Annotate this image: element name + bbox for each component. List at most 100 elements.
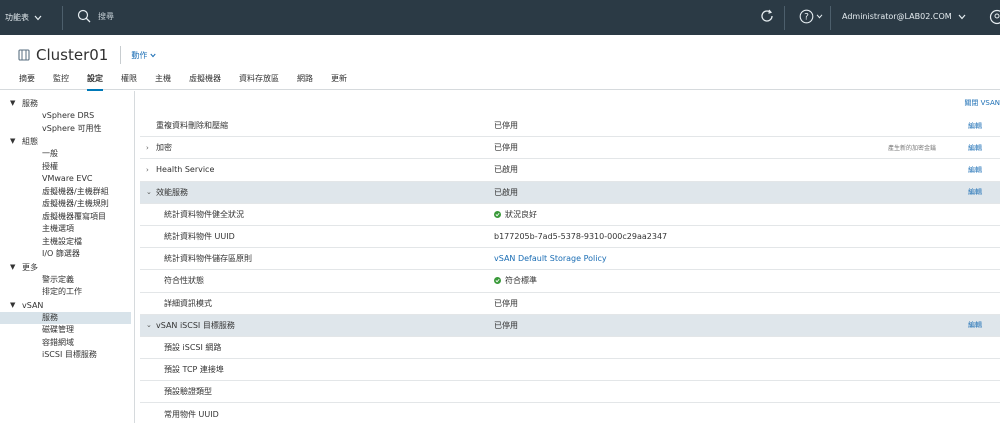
row-label: 詳細資訊模式 <box>164 298 212 308</box>
tab-networks[interactable]: 網路 <box>297 73 313 91</box>
row-label: Health Service <box>156 165 215 175</box>
nav-item-host-profile[interactable]: 主機設定檔 <box>0 236 134 249</box>
table-row-expanded[interactable]: ⌄ 效能服務 已啟用 編輯 <box>140 181 1000 204</box>
tab-permissions[interactable]: 權限 <box>121 73 137 91</box>
svg-text:?: ? <box>804 13 809 23</box>
tab-monitor[interactable]: 監控 <box>53 73 69 91</box>
nav-group-toggle[interactable]: ▼ 更多 <box>0 261 134 274</box>
row-value: b177205b-7ad5-5378-9310-000c29aa2347 <box>494 232 668 242</box>
row-label: 符合性狀態 <box>164 276 204 286</box>
chevron-down-icon <box>958 14 966 19</box>
table-row: 統計資料物件 UUID b177205b-7ad5-5378-9310-000c… <box>140 226 1000 249</box>
edit-button[interactable]: 編輯 <box>968 121 982 131</box>
nav-item-vsphere-ha[interactable]: vSphere 可用性 <box>0 123 134 136</box>
row-label: 統計資料物件 UUID <box>164 232 235 242</box>
nav-item-host-options[interactable]: 主機選項 <box>0 223 134 236</box>
nav-item-scheduled-tasks[interactable]: 排定的工作 <box>0 286 134 299</box>
table-row-expanded[interactable]: ⌄ vSAN iSCSI 目標服務 已停用 編輯 <box>140 314 1000 337</box>
caret-down-icon: ▼ <box>10 262 16 271</box>
user-profile-icon[interactable] <box>989 9 1000 27</box>
caret-down-icon: ▼ <box>10 99 16 107</box>
compliance-status-text: 符合標準 <box>505 276 537 286</box>
row-value: 已啟用 <box>494 165 518 175</box>
actions-label: 動作 <box>131 50 148 60</box>
nav-item-vsphere-drs[interactable]: vSphere DRS <box>0 110 134 123</box>
caret-down-icon: ▼ <box>10 137 16 145</box>
actions-menu[interactable]: 動作 <box>131 50 156 61</box>
nav-item-licensing[interactable]: 授權 <box>0 161 134 174</box>
storage-policy-link[interactable]: vSAN Default Storage Policy <box>494 254 607 263</box>
table-row: 統計資料物件儲存區原則 vSAN Default Storage Policy <box>140 248 1000 271</box>
generate-new-key-link[interactable]: 產生新的加密金鑰 <box>888 143 936 152</box>
nav-item-vm-host-rules[interactable]: 虛擬機器/主機規則 <box>0 198 134 211</box>
user-menu[interactable]: Administrator@LAB02.COM <box>842 12 966 21</box>
cluster-icon <box>18 49 30 61</box>
search-placeholder: 搜尋 <box>98 11 114 21</box>
check-circle-icon <box>494 277 501 285</box>
user-name: Administrator@LAB02.COM <box>842 12 952 21</box>
row-value: 已停用 <box>494 320 518 330</box>
table-row[interactable]: › Health Service 已啟用 編輯 <box>140 159 1000 182</box>
tab-updates[interactable]: 更新 <box>331 73 347 91</box>
tab-hosts[interactable]: 主機 <box>155 73 171 91</box>
edit-button[interactable]: 編輯 <box>968 143 982 153</box>
divider <box>830 6 831 30</box>
edit-button[interactable]: 編輯 <box>968 187 982 197</box>
nav-item-vmware-evc[interactable]: VMware EVC <box>0 173 134 186</box>
chevron-down-icon <box>816 14 823 19</box>
nav-group-toggle[interactable]: ▼ 組態 <box>0 135 134 148</box>
chevron-down-icon <box>150 53 156 57</box>
object-title-bar: Cluster01 動作 <box>18 46 156 64</box>
object-tabs: 摘要 監控 設定 權限 主機 虛擬機器 資料存放區 網路 更新 <box>19 73 365 91</box>
refresh-button[interactable] <box>759 8 775 26</box>
tab-vms[interactable]: 虛擬機器 <box>189 73 221 91</box>
tab-datastores[interactable]: 資料存放區 <box>239 73 279 91</box>
page-title: Cluster01 <box>36 46 109 64</box>
turn-off-vsan-button[interactable]: 關閉 VSAN <box>964 98 1000 108</box>
search-icon <box>77 9 91 23</box>
caret-down-icon: ▼ <box>10 300 16 309</box>
row-label: 重複資料刪除和壓縮 <box>156 121 228 131</box>
row-label: 加密 <box>156 143 172 153</box>
nav-group-configuration: ▼ 組態 一般 授權 VMware EVC 虛擬機器/主機群組 虛擬機器/主機規則… <box>0 135 134 261</box>
nav-group-vsan: ▼ vSAN 服務 磁碟管理 容錯網域 iSCSI 目標服務 <box>0 299 134 362</box>
nav-group-label: 組態 <box>22 137 38 146</box>
row-value: 已停用 <box>494 121 518 131</box>
nav-group-toggle[interactable]: ▼ vSAN <box>0 299 134 312</box>
row-value: 已停用 <box>494 143 518 153</box>
row-label: 常用物件 UUID <box>164 409 219 419</box>
row-value: 已啟用 <box>494 187 518 197</box>
check-circle-icon <box>494 210 501 218</box>
settings-navigation: ▼ 服務 vSphere DRS vSphere 可用性 ▼ 組態 一般 授權 VM… <box>0 91 135 423</box>
main-menu[interactable]: 功能表 <box>5 12 42 23</box>
nav-group-services: ▼ 服務 vSphere DRS vSphere 可用性 <box>0 97 134 135</box>
table-row[interactable]: › 加密 已停用 產生新的加密金鑰 編輯 <box>140 137 1000 160</box>
nav-item-vsan-services[interactable]: 服務 <box>0 311 131 324</box>
nav-group-label: 服務 <box>22 99 38 108</box>
table-row: 詳細資訊模式 已停用 <box>140 293 1000 315</box>
divider <box>120 46 122 64</box>
table-row: 預設 TCP 連接埠 <box>140 359 1000 382</box>
nav-item-io-filters[interactable]: I/O 篩選器 <box>0 248 134 261</box>
tab-configure[interactable]: 設定 <box>87 73 103 91</box>
nav-item-iscsi-target-service[interactable]: iSCSI 目標服務 <box>0 349 134 362</box>
nav-item-general[interactable]: 一般 <box>0 148 134 161</box>
nav-item-vm-host-groups[interactable]: 虛擬機器/主機群組 <box>0 186 134 199</box>
tab-summary[interactable]: 摘要 <box>19 73 35 91</box>
table-row: 預設驗證類型 <box>140 381 1000 404</box>
nav-item-alarm-definitions[interactable]: 警示定義 <box>0 274 134 287</box>
nav-item-vm-overrides[interactable]: 虛擬機器覆寫項目 <box>0 211 134 224</box>
global-search[interactable]: 搜尋 <box>77 9 114 23</box>
edit-button[interactable]: 編輯 <box>968 320 982 330</box>
nav-item-disk-management[interactable]: 磁碟管理 <box>0 324 134 337</box>
row-label: 預設驗證類型 <box>164 387 212 397</box>
help-menu[interactable]: ? <box>799 9 823 24</box>
nav-group-more: ▼ 更多 警示定義 排定的工作 <box>0 261 134 299</box>
menu-label: 功能表 <box>5 13 29 22</box>
help-icon: ? <box>799 9 814 24</box>
nav-item-fault-domains[interactable]: 容錯網域 <box>0 337 134 350</box>
edit-button[interactable]: 編輯 <box>968 165 982 175</box>
nav-group-toggle[interactable]: ▼ 服務 <box>0 97 134 110</box>
row-label: 效能服務 <box>156 187 188 197</box>
row-label: vSAN iSCSI 目標服務 <box>156 320 235 330</box>
